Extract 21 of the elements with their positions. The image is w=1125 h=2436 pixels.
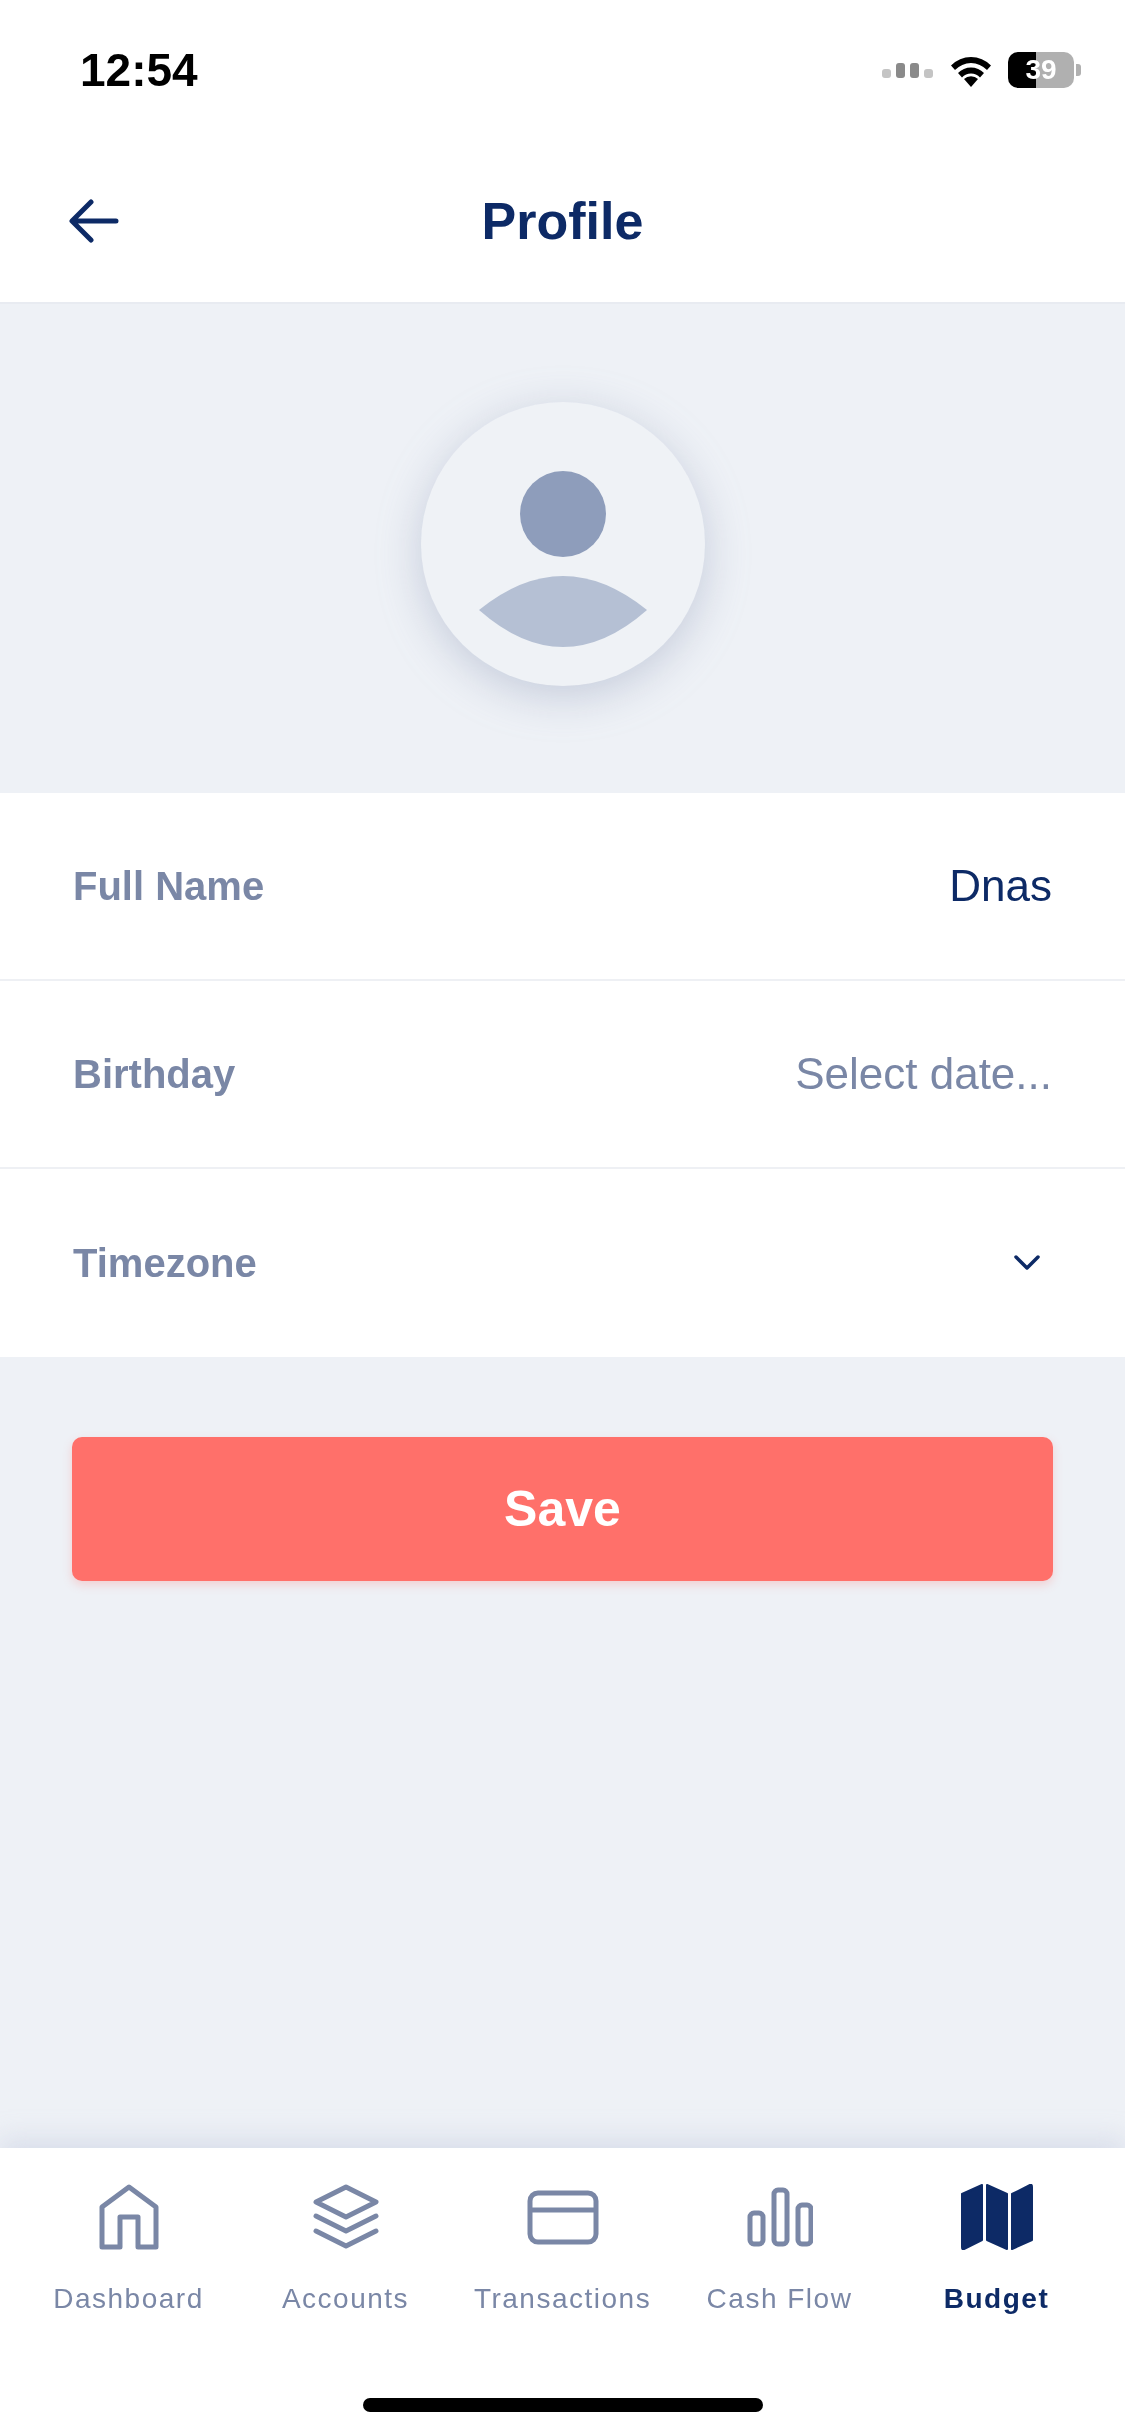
text-input[interactable]: Dnas <box>532 853 1052 919</box>
field-label: Full Name <box>73 863 265 910</box>
page-title: Profile <box>481 191 644 252</box>
home-icon <box>97 2183 160 2251</box>
save-button[interactable]: Save <box>72 1437 1053 1581</box>
tab[interactable]: Dashboard <box>20 2182 237 2320</box>
layers-icon <box>312 2184 379 2250</box>
field-label: Timezone <box>73 1240 257 1287</box>
tab[interactable]: Budget <box>888 2182 1105 2320</box>
tab[interactable]: Transactions <box>454 2182 671 2320</box>
field-label: Birthday <box>73 1051 236 1098</box>
signal-icon <box>882 61 934 79</box>
tab[interactable]: Cash Flow <box>671 2182 888 2320</box>
bar-chart-icon <box>746 2187 813 2247</box>
chevron-down-icon <box>1014 1255 1040 1271</box>
tab[interactable]: Accounts <box>237 2182 454 2320</box>
date-field[interactable]: Select date... <box>492 1041 1052 1107</box>
status-time: 12:54 <box>80 42 198 98</box>
map-icon <box>959 2184 1034 2250</box>
credit-card-icon <box>526 2189 599 2245</box>
arrow-left-icon <box>69 199 119 243</box>
